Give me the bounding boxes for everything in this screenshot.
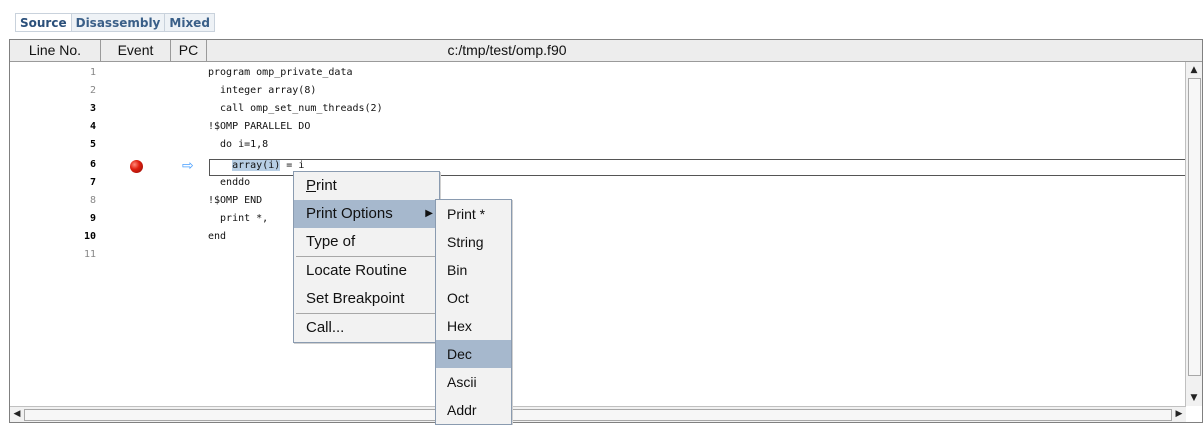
menu-item-type-of[interactable]: Type of [294, 228, 439, 256]
tab-disassembly[interactable]: Disassembly [71, 13, 166, 32]
code-line[interactable]: end [208, 231, 226, 242]
selected-expression[interactable]: array(i) [232, 160, 281, 171]
menu-label: String [447, 234, 484, 250]
code-line[interactable]: print *, [208, 213, 268, 224]
breakpoint-icon[interactable] [130, 160, 143, 173]
menu-label: Call... [306, 319, 345, 336]
menu-label: Dec [447, 346, 472, 362]
vertical-scrollbar[interactable]: ▲ ▼ [1185, 62, 1202, 406]
menu-label: Oct [447, 290, 469, 306]
line-number: 11 [83, 249, 96, 260]
scroll-right-icon[interactable]: ▶ [1172, 407, 1186, 421]
menu-label: Locate Routine [306, 262, 407, 279]
line-number: 6 [89, 159, 96, 170]
submenu-item-string[interactable]: String [436, 228, 511, 256]
menu-item-call[interactable]: Call... [294, 314, 439, 342]
scroll-left-icon[interactable]: ◀ [10, 407, 24, 421]
menu-item-print-options[interactable]: Print Options ▶ [294, 200, 439, 228]
menu-item-set-breakpoint[interactable]: Set Breakpoint [294, 285, 439, 313]
line-number: 10 [83, 231, 96, 242]
menu-label: Ascii [447, 374, 477, 390]
line-number: 7 [89, 177, 96, 188]
submenu-item-dec[interactable]: Dec [436, 340, 511, 368]
source-panel: Line No. Event PC c:/tmp/test/omp.f90 1 … [9, 39, 1203, 423]
menu-label: Type of [306, 233, 356, 250]
code-line[interactable]: program omp_private_data [208, 67, 353, 78]
line-number: 1 [89, 67, 96, 78]
view-tabs: Source Disassembly Mixed [15, 13, 215, 32]
pc-arrow-icon: ⇨ [182, 158, 194, 174]
column-header: Line No. Event PC c:/tmp/test/omp.f90 [10, 40, 1202, 62]
col-line-no[interactable]: Line No. [10, 40, 101, 61]
submenu-item-print-star[interactable]: Print * [436, 200, 511, 228]
line-number: 8 [89, 195, 96, 206]
context-menu: Print Print Options ▶ Type of Locate Rout… [293, 171, 440, 343]
tab-source[interactable]: Source [15, 13, 72, 32]
print-options-submenu: Print * String Bin Oct Hex Dec Ascii Add… [435, 199, 512, 425]
menu-item-locate-routine[interactable]: Locate Routine [294, 257, 439, 285]
col-pc[interactable]: PC [171, 40, 207, 61]
menu-label: Hex [447, 318, 472, 334]
col-event[interactable]: Event [101, 40, 171, 61]
menu-label: Print Options [306, 205, 393, 222]
scroll-up-icon[interactable]: ▲ [1187, 63, 1201, 77]
code-rest: = i [280, 160, 305, 171]
code-line[interactable]: call omp_set_num_threads(2) [208, 103, 383, 114]
menu-label: Print * [447, 206, 486, 222]
line-number: 4 [89, 121, 96, 132]
submenu-arrow-icon: ▶ [425, 208, 433, 219]
menu-item-print[interactable]: Print [294, 172, 439, 200]
code-line[interactable]: enddo [208, 177, 250, 188]
scroll-down-icon[interactable]: ▼ [1187, 391, 1201, 405]
menu-label: Bin [447, 262, 468, 278]
submenu-item-hex[interactable]: Hex [436, 312, 511, 340]
submenu-item-bin[interactable]: Bin [436, 256, 511, 284]
line-number: 3 [89, 103, 96, 114]
menu-label: rint [316, 177, 337, 194]
tab-mixed[interactable]: Mixed [165, 13, 215, 32]
horizontal-scrollbar[interactable]: ◀ ▶ [10, 406, 1186, 422]
code-line[interactable]: integer array(8) [208, 85, 316, 96]
submenu-item-ascii[interactable]: Ascii [436, 368, 511, 396]
submenu-item-oct[interactable]: Oct [436, 284, 511, 312]
line-number: 2 [89, 85, 96, 96]
line-number: 5 [89, 139, 96, 150]
submenu-item-addr[interactable]: Addr [436, 396, 511, 424]
code-line[interactable]: !$OMP PARALLEL DO [208, 121, 310, 132]
col-file: c:/tmp/test/omp.f90 [447, 42, 567, 58]
line-number: 9 [89, 213, 96, 224]
horizontal-scroll-thumb[interactable] [24, 409, 1172, 421]
menu-label: Set Breakpoint [306, 290, 405, 307]
code-line-current[interactable]: array(i) = i [208, 160, 304, 171]
code-line[interactable]: !$OMP END [208, 195, 262, 206]
code-line[interactable]: do i=1,8 [208, 139, 268, 150]
vertical-scroll-thumb[interactable] [1188, 78, 1201, 376]
menu-label: Addr [447, 402, 477, 418]
